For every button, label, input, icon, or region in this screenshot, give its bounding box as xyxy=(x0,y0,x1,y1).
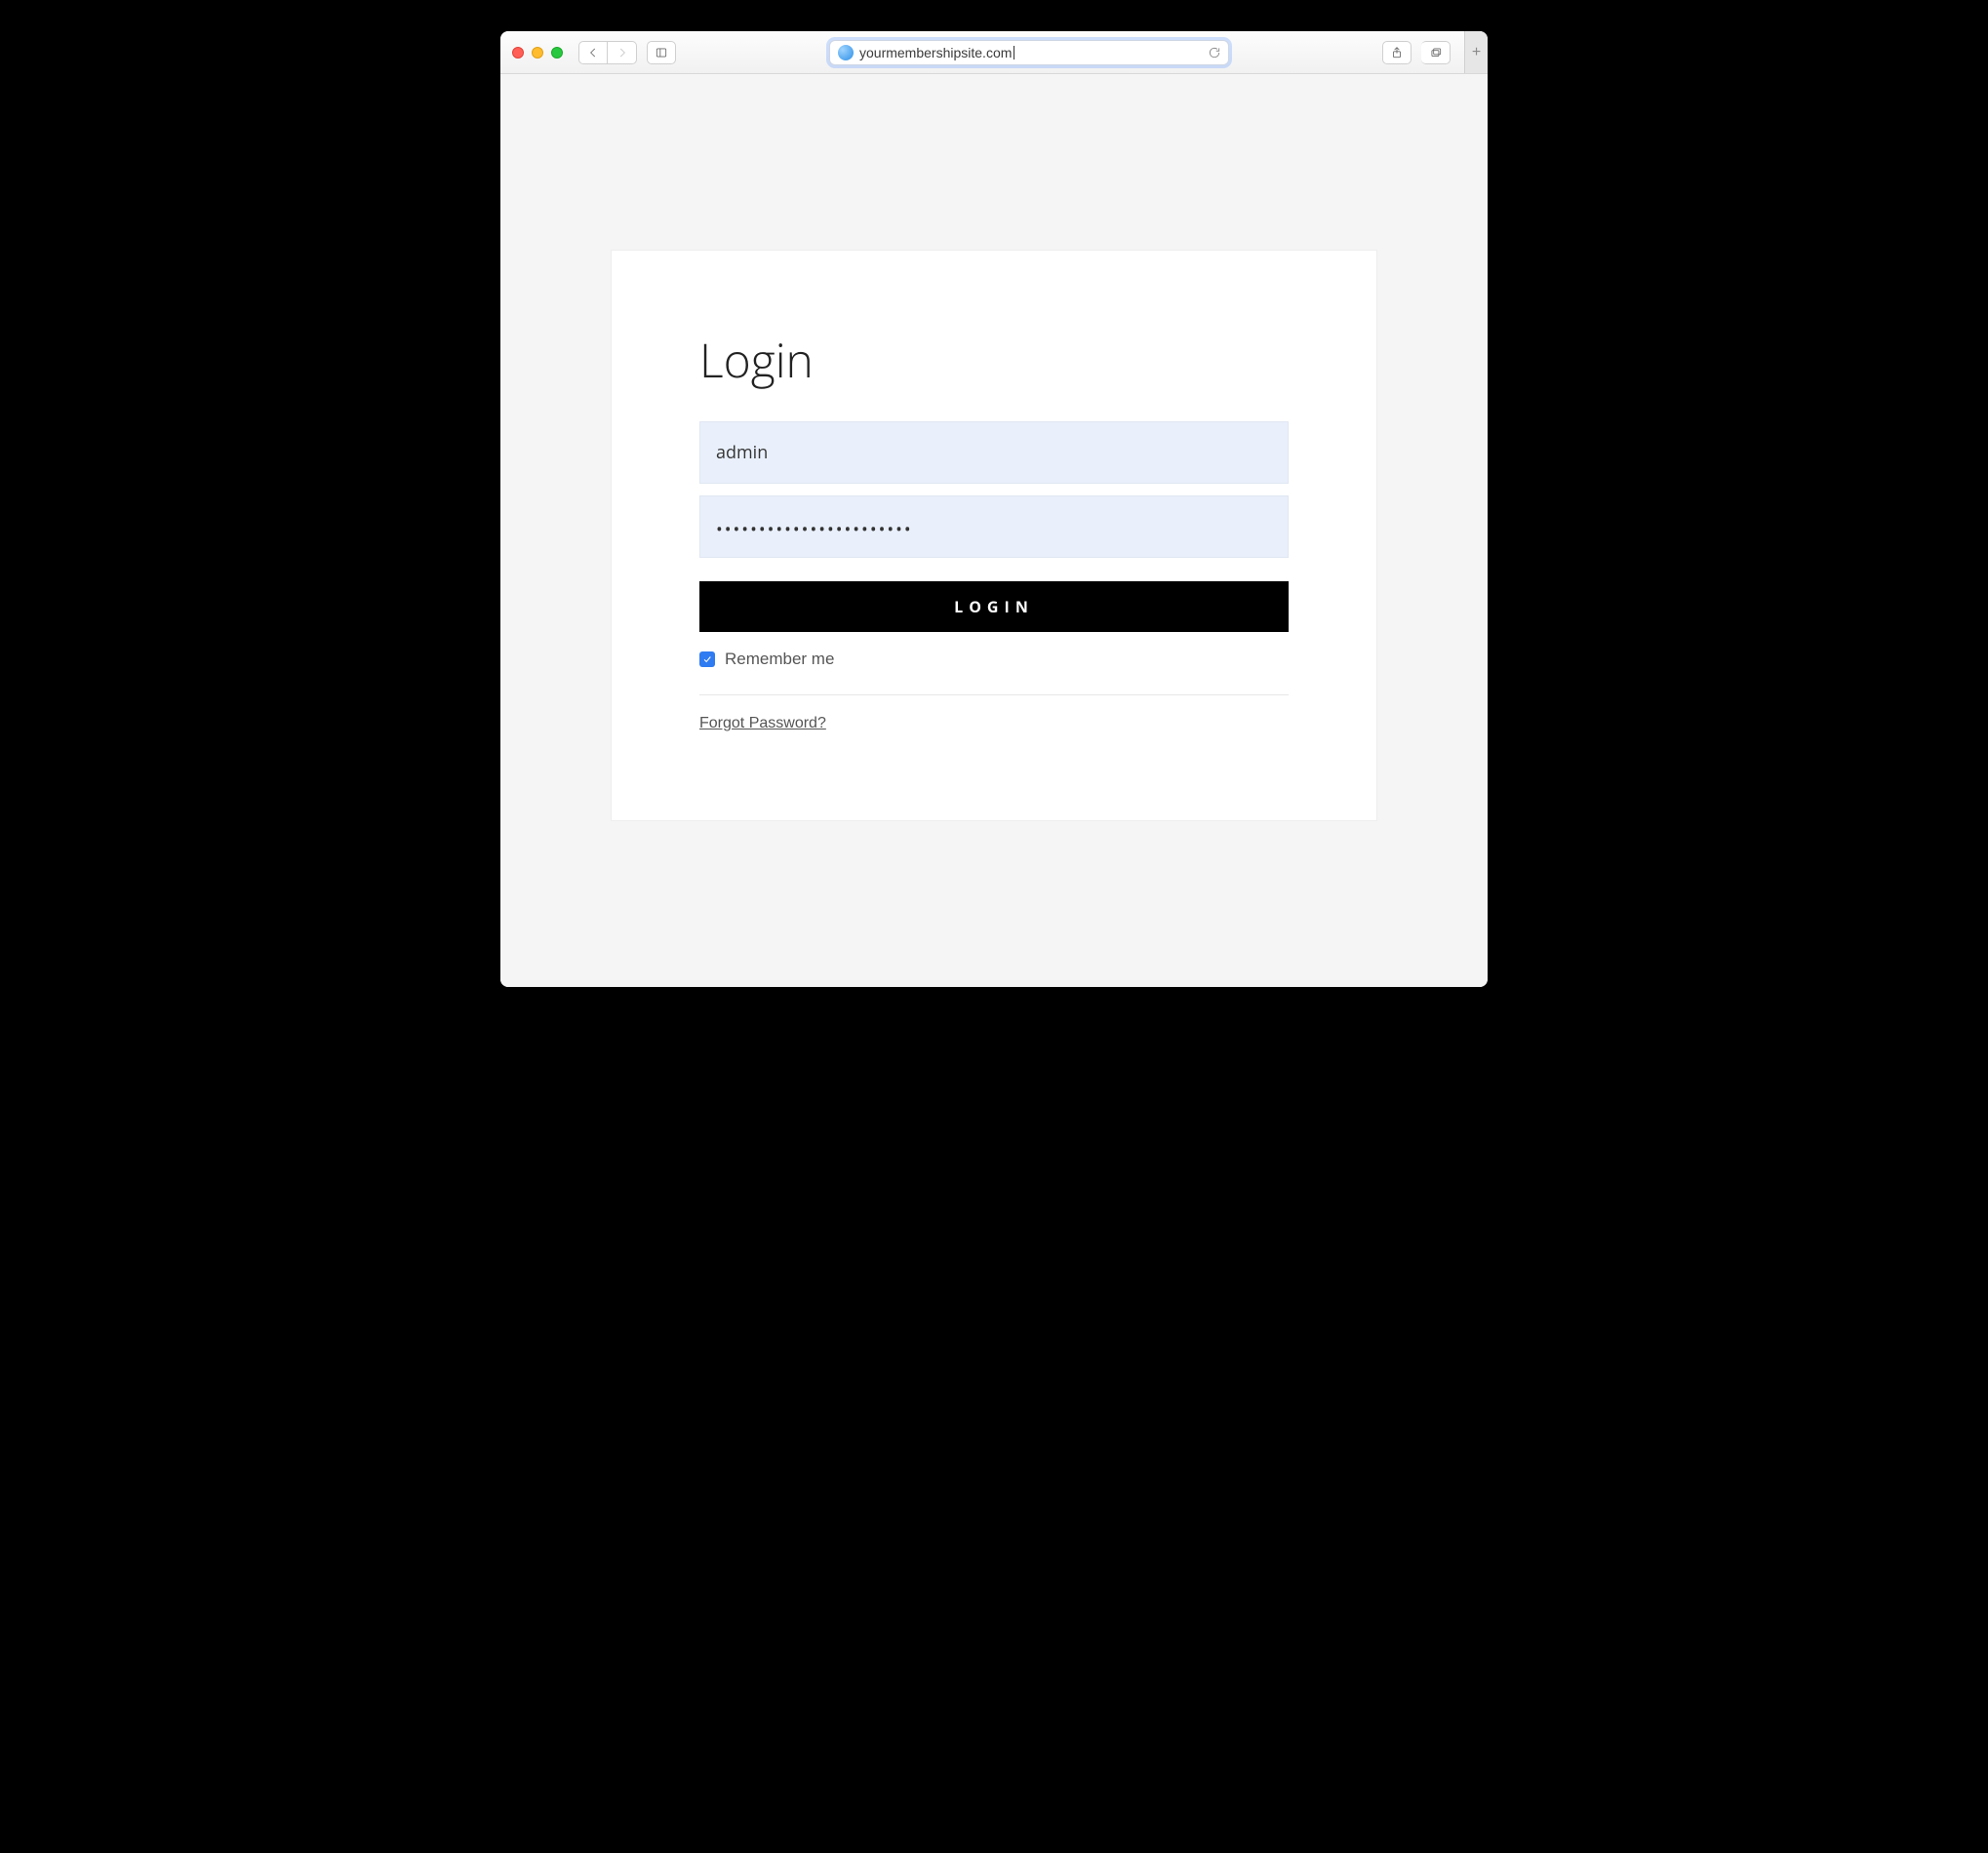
divider xyxy=(699,694,1289,695)
show-tabs-button[interactable] xyxy=(1421,41,1451,64)
globe-icon xyxy=(838,45,854,60)
login-card: Login ••••••••••••••••••••••• LOGIN Reme… xyxy=(611,250,1377,821)
login-title: Login xyxy=(699,329,1289,392)
back-button[interactable] xyxy=(578,41,608,64)
new-tab-button[interactable]: + xyxy=(1464,31,1488,73)
password-mask: ••••••••••••••••••••••• xyxy=(716,518,913,541)
browser-titlebar: yourmembershipsite.com + xyxy=(500,31,1488,74)
share-button[interactable] xyxy=(1382,41,1411,64)
remember-me-checkbox[interactable] xyxy=(699,651,715,667)
close-window-button[interactable] xyxy=(512,47,524,59)
maximize-window-button[interactable] xyxy=(551,47,563,59)
remember-me-label: Remember me xyxy=(725,650,834,669)
username-input[interactable] xyxy=(699,421,1289,484)
sidebar-toggle-button[interactable] xyxy=(647,41,676,64)
page-body: Login ••••••••••••••••••••••• LOGIN Reme… xyxy=(500,74,1488,987)
address-bar-text: yourmembershipsite.com xyxy=(859,45,1014,60)
minimize-window-button[interactable] xyxy=(532,47,543,59)
forgot-password-link[interactable]: Forgot Password? xyxy=(699,715,826,731)
remember-me-row: Remember me xyxy=(699,650,1289,669)
address-bar[interactable]: yourmembershipsite.com xyxy=(829,40,1229,65)
traffic-lights xyxy=(512,47,563,59)
browser-window: yourmembershipsite.com + Login •••••••••… xyxy=(500,31,1488,987)
plus-icon: + xyxy=(1472,45,1481,60)
login-button[interactable]: LOGIN xyxy=(699,581,1289,632)
reload-button[interactable] xyxy=(1207,45,1222,60)
nav-back-forward xyxy=(578,41,637,64)
password-input[interactable]: ••••••••••••••••••••••• xyxy=(699,495,1289,558)
forward-button[interactable] xyxy=(608,41,637,64)
